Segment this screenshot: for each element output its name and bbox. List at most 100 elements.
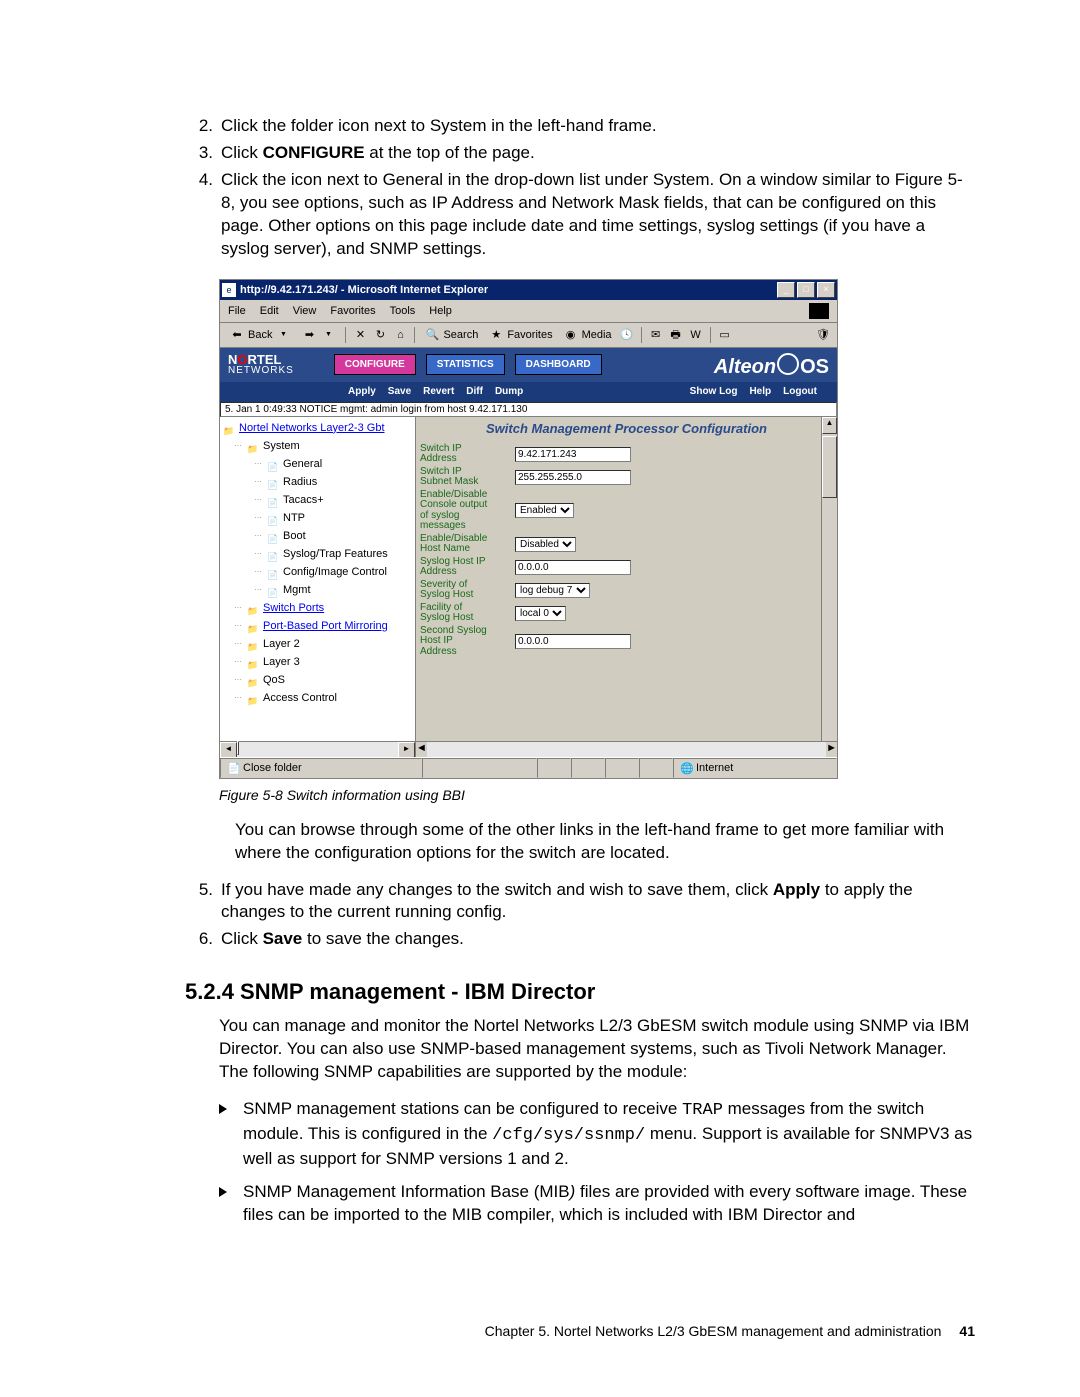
tree-label: Layer 2: [263, 635, 300, 653]
stop-icon[interactable]: ✕: [352, 327, 368, 343]
document-icon: 📄: [266, 458, 280, 470]
h-scrollbar[interactable]: ◄►: [220, 741, 415, 757]
save-link[interactable]: Save: [388, 386, 411, 397]
zone-text: Internet: [696, 762, 733, 774]
tree-label: System: [263, 437, 300, 455]
browser-statusbar: 📄Close folder 🌐Internet: [220, 757, 837, 778]
form-row: Facility ofSyslog Hostlocal 0: [420, 603, 833, 624]
scroll-left-icon[interactable]: ◄: [220, 742, 237, 757]
nav-tree: 📁Nortel Networks Layer2-3 Gbt ⋯📁System⋯📄…: [220, 417, 415, 707]
tree-label: Port-Based Port Mirroring: [263, 617, 388, 635]
dropdown-icon[interactable]: ▼: [275, 327, 291, 343]
maximize-button[interactable]: □: [797, 282, 815, 298]
bullet-text: SNMP Management Information Base (MIB) f…: [243, 1181, 975, 1227]
alteon-logo: AlteonOS: [714, 351, 829, 379]
home-icon[interactable]: ⌂: [392, 327, 408, 343]
paragraph: You can browse through some of the other…: [235, 819, 975, 865]
minimize-button[interactable]: _: [777, 282, 795, 298]
favorites-icon: ★: [488, 327, 504, 343]
tab-configure[interactable]: CONFIGURE: [334, 354, 416, 375]
media-icon: ◉: [563, 327, 579, 343]
logout-link[interactable]: Logout: [783, 386, 817, 397]
text-input[interactable]: [515, 560, 631, 575]
document-icon: 📄: [266, 512, 280, 524]
tree-item[interactable]: ⋯📁Port-Based Port Mirroring: [222, 617, 415, 635]
menu-view[interactable]: View: [293, 305, 317, 317]
section-heading: 5.2.4 SNMP management - IBM Director: [185, 979, 975, 1005]
select-input[interactable]: log debug 7: [515, 583, 590, 598]
forward-button[interactable]: ➡▼: [298, 326, 339, 344]
text-input[interactable]: [515, 447, 631, 462]
field-label: Facility ofSyslog Host: [420, 603, 515, 624]
help-link[interactable]: Help: [749, 386, 771, 397]
dump-link[interactable]: Dump: [495, 386, 523, 397]
page-icon: 📄: [227, 762, 239, 774]
menu-help[interactable]: Help: [429, 305, 452, 317]
tree-item[interactable]: ⋯📁Switch Ports: [222, 599, 415, 617]
select-input[interactable]: local 0: [515, 606, 566, 621]
menu-file[interactable]: File: [228, 305, 246, 317]
scroll-left-icon[interactable]: ◄: [416, 742, 427, 757]
menu-edit[interactable]: Edit: [260, 305, 279, 317]
scroll-right-icon[interactable]: ►: [826, 742, 837, 757]
tree-item[interactable]: ⋯📁QoS: [222, 671, 415, 689]
text-input[interactable]: [515, 470, 631, 485]
media-button[interactable]: ◉Media: [560, 326, 615, 344]
window-titlebar: e http://9.42.171.243/ - Microsoft Inter…: [220, 280, 837, 300]
text-input[interactable]: [515, 634, 631, 649]
search-button[interactable]: 🔍Search: [421, 326, 481, 344]
showlog-link[interactable]: Show Log: [690, 386, 738, 397]
paragraph: You can manage and monitor the Nortel Ne…: [219, 1015, 975, 1084]
norton-icon[interactable]: 🛡: [815, 327, 831, 343]
select-input[interactable]: Enabled: [515, 503, 574, 518]
form-row: Second SyslogHost IPAddress: [420, 626, 833, 658]
tab-statistics[interactable]: STATISTICS: [426, 354, 505, 375]
h-scrollbar[interactable]: ◄►: [416, 741, 837, 757]
app-subheader: Apply Save Revert Diff Dump Show Log Hel…: [220, 382, 837, 402]
tree-item[interactable]: ⋯📄Radius: [222, 473, 415, 491]
history-icon[interactable]: 🕓: [619, 327, 635, 343]
discuss-icon[interactable]: ▭: [717, 327, 733, 343]
tree-item[interactable]: ⋯📄Mgmt: [222, 581, 415, 599]
back-button[interactable]: ⬅Back▼: [226, 326, 294, 344]
tab-dashboard[interactable]: DASHBOARD: [515, 354, 602, 375]
print-icon[interactable]: 🖶: [668, 327, 684, 343]
scroll-right-icon[interactable]: ►: [398, 742, 415, 757]
word-icon[interactable]: W: [688, 327, 704, 343]
step-text: Click CONFIGURE at the top of the page.: [221, 142, 975, 165]
tree-item[interactable]: ⋯📄Tacacs+: [222, 491, 415, 509]
tree-root[interactable]: 📁Nortel Networks Layer2-3 Gbt: [222, 419, 415, 437]
tree-item[interactable]: ⋯📄Syslog/Trap Features: [222, 545, 415, 563]
tree-label: Boot: [283, 527, 306, 545]
diff-link[interactable]: Diff: [466, 386, 483, 397]
bullet-icon: [219, 1181, 243, 1227]
menu-tools[interactable]: Tools: [390, 305, 416, 317]
tree-item[interactable]: ⋯📄Config/Image Control: [222, 563, 415, 581]
step-num: 6.: [185, 928, 221, 951]
instruction-list: 2.Click the folder icon next to System i…: [185, 115, 975, 261]
menu-favorites[interactable]: Favorites: [330, 305, 375, 317]
tree-item[interactable]: ⋯📁Access Control: [222, 689, 415, 707]
brand-logo: NORTEL NETWORKS: [228, 353, 294, 377]
tree-item[interactable]: ⋯📄General: [222, 455, 415, 473]
revert-link[interactable]: Revert: [423, 386, 454, 397]
toolbar: ⬅Back▼ ➡▼ ✕ ↻ ⌂ 🔍Search ★Favorites ◉Medi…: [220, 323, 837, 348]
tree-item[interactable]: ⋯📁Layer 3: [222, 653, 415, 671]
favorites-button[interactable]: ★Favorites: [485, 326, 555, 344]
apply-link[interactable]: Apply: [348, 386, 376, 397]
config-form: Switch IPAddressSwitch IPSubnet MaskEnab…: [416, 444, 837, 658]
tree-item[interactable]: ⋯📄NTP: [222, 509, 415, 527]
dropdown-icon[interactable]: ▼: [320, 327, 336, 343]
tree-item[interactable]: ⋯📄Boot: [222, 527, 415, 545]
refresh-icon[interactable]: ↻: [372, 327, 388, 343]
close-button[interactable]: ×: [817, 282, 835, 298]
instruction-list-cont: 5.If you have made any changes to the sw…: [185, 879, 975, 952]
v-scrollbar[interactable]: ▲: [821, 417, 837, 742]
form-row: Enable/DisableHost NameDisabled: [420, 534, 833, 555]
mail-icon[interactable]: ✉: [648, 327, 664, 343]
scroll-up-icon[interactable]: ▲: [822, 417, 837, 434]
select-input[interactable]: Disabled: [515, 537, 576, 552]
step-text: If you have made any changes to the swit…: [221, 879, 975, 925]
tree-item[interactable]: ⋯📁Layer 2: [222, 635, 415, 653]
tree-item[interactable]: ⋯📁System: [222, 437, 415, 455]
